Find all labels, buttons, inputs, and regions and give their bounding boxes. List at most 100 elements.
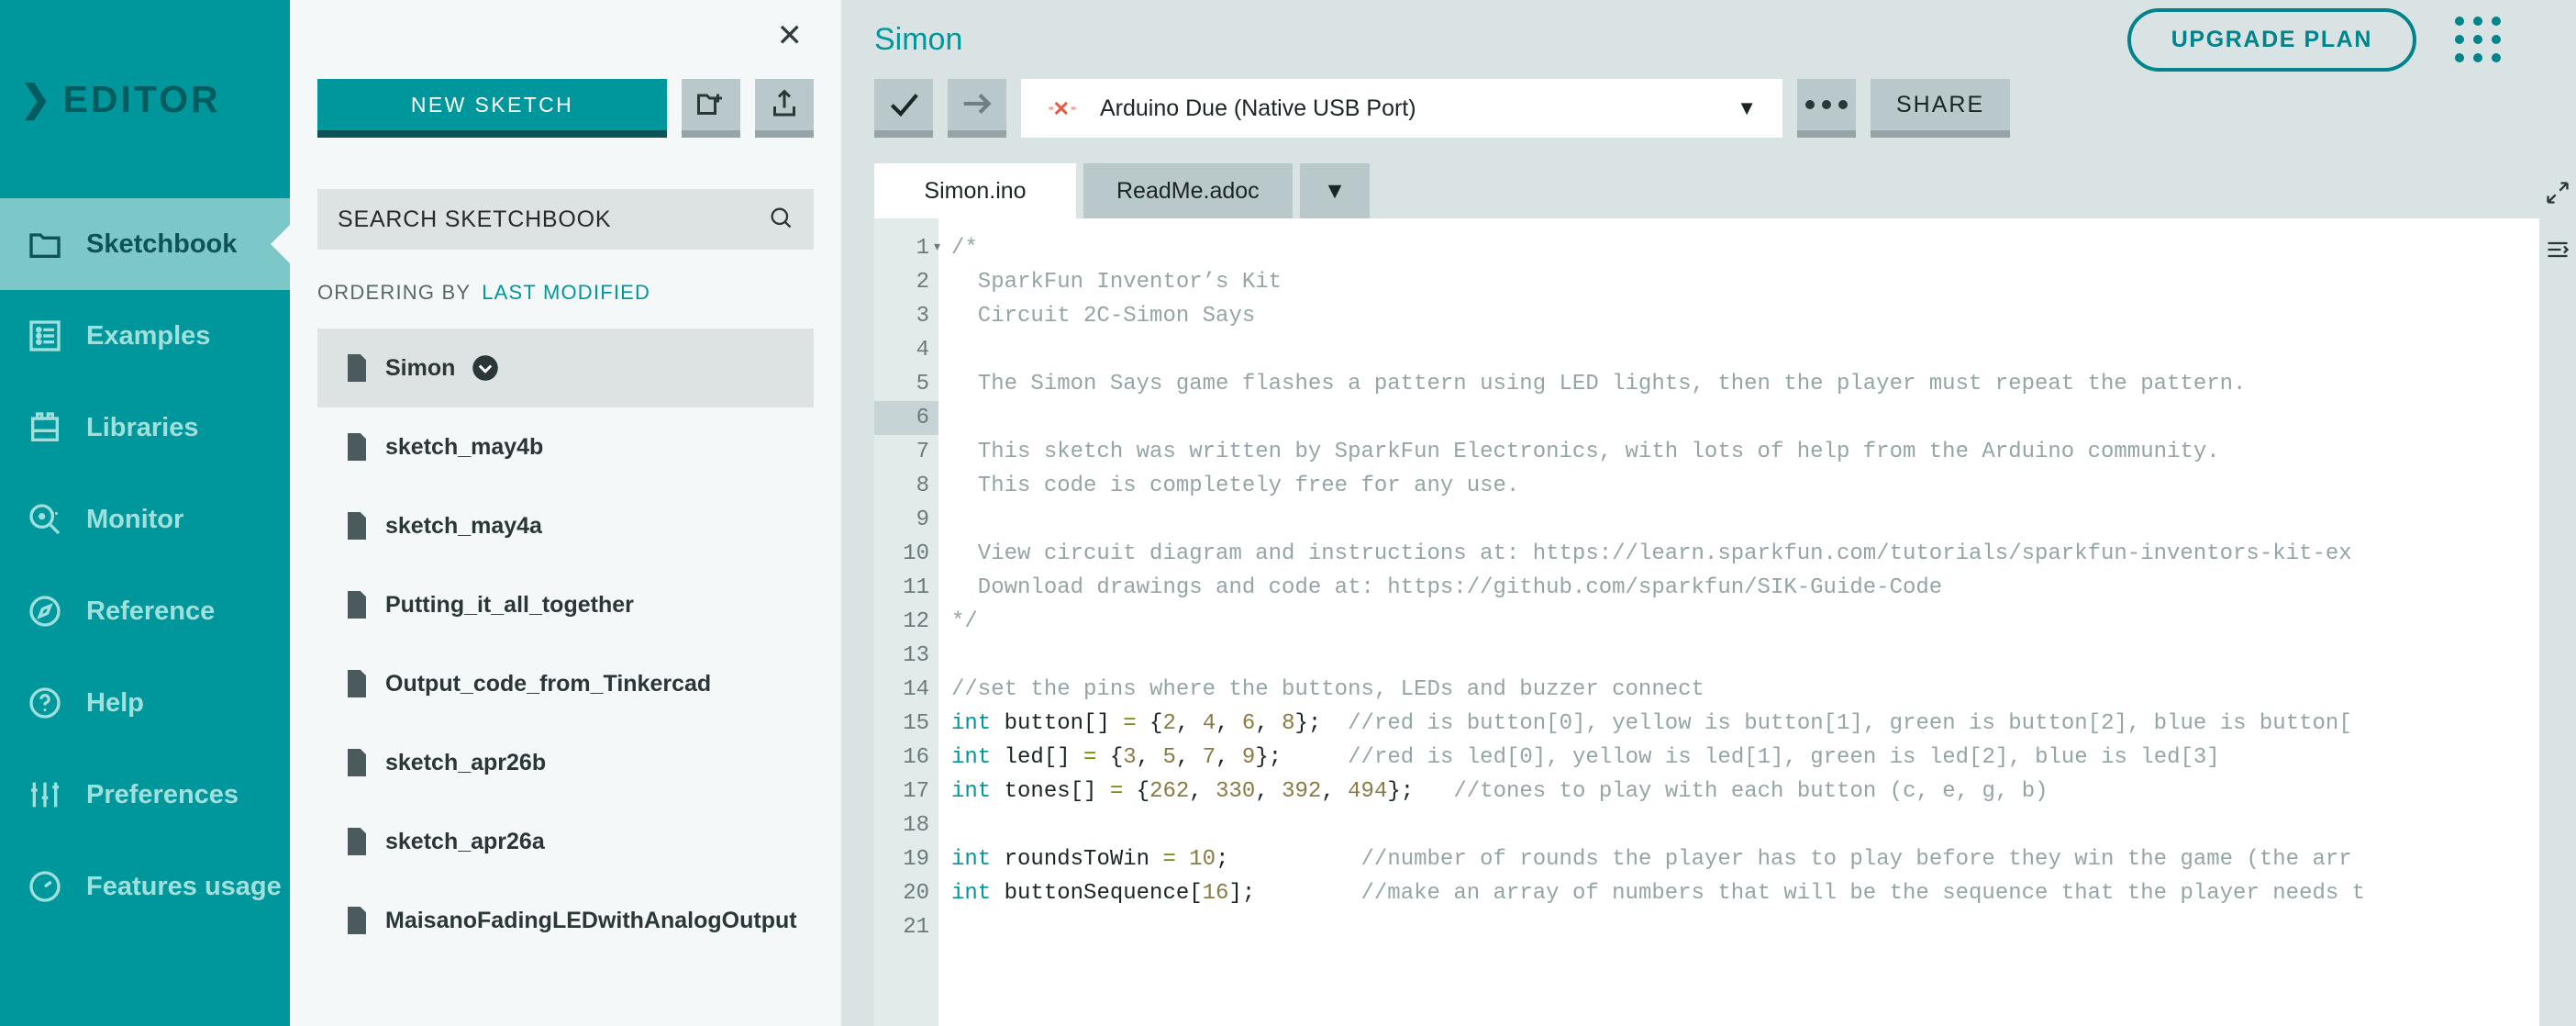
sidebar-item-help[interactable]: Help [0,657,290,749]
sketch-name: MaisanoFadingLEDwithAnalogOutput [385,907,797,933]
line-number: 6 [874,401,938,435]
apps-grid-icon[interactable] [2455,17,2501,62]
upgrade-plan-button[interactable]: UPGRADE PLAN [2126,7,2416,72]
sidebar-label: Preferences [86,779,239,809]
chevron-down-icon[interactable]: ▼ [1737,96,1757,120]
list-item[interactable]: MaisanoFadingLEDwithAnalogOutput [317,881,814,960]
code-token: { [1123,779,1150,804]
code-token: */ [951,609,978,634]
list-item[interactable]: Putting_it_all_together [317,565,814,644]
list-item[interactable]: sketch_may4a [317,486,814,565]
code-line: int led[] = {3, 5, 7, 9}; //red is led[0… [951,741,2576,775]
sidebar-item-reference[interactable]: Reference [0,565,290,657]
line-number: 18 [903,813,929,838]
code-token: SparkFun Inventor’s Kit [951,270,1282,295]
more-options-button[interactable] [1797,79,1856,138]
editor-toolbar: Arduino Due (Native USB Port) ▼ SHARE [841,79,2576,163]
code-token: //set the pins where the buttons, LEDs a… [951,677,1704,702]
code-line: //set the pins where the buttons, LEDs a… [951,673,2576,707]
list-item[interactable]: sketch_may4b [317,407,814,486]
page-title: Simon [874,21,963,57]
gauge-icon [24,865,66,908]
code-token: //make an array of numbers that will be … [1360,881,2366,906]
sidebar-item-examples[interactable]: Examples [0,290,290,382]
upload-sketch-button[interactable] [755,79,814,138]
expand-arrows-icon[interactable] [2545,180,2570,210]
code-token: , [1175,711,1203,736]
code-editor[interactable]: 1 ▾ 2 3 4 5 6 7 8 9 10 11 12 13 14 15 16 17 18 19 20 21 /* Sp… [874,218,2576,1026]
ordering-value[interactable]: LAST MODIFIED [482,281,650,305]
code-token: This sketch was written by SparkFun Elec… [951,440,2220,464]
close-icon[interactable]: ✕ [777,20,804,51]
sketch-name: Simon [385,354,456,381]
sidebar-label: Features usage [86,871,282,901]
code-token: int [951,745,992,770]
board-selector[interactable]: Arduino Due (Native USB Port) ▼ [1021,79,1782,138]
sidebar-item-monitor[interactable]: Monitor [0,474,290,565]
code-line: This code is completely free for any use… [951,469,2576,503]
code-token: { [1096,745,1124,770]
code-token: = [1123,711,1137,736]
line-number: 15 [903,711,929,736]
file-icon [345,828,369,855]
code-token: Circuit 2C-Simon Says [951,304,1256,329]
console-icon[interactable] [2545,237,2570,267]
search-sketchbook-row[interactable] [317,189,814,250]
code-token: 6 [1241,711,1256,736]
line-number: 20 [903,881,929,906]
sketch-name: Putting_it_all_together [385,591,634,618]
new-folder-icon [694,87,727,123]
code-token: ]; [1228,881,1361,906]
list-item[interactable]: Simon [317,329,814,407]
sidebar-item-sketchbook[interactable]: Sketchbook [0,198,290,290]
code-line: View circuit diagram and instructions at… [951,537,2576,571]
verify-button[interactable] [874,79,933,138]
code-token: 392 [1282,779,1322,804]
chevron-down-circle-icon[interactable] [472,354,499,382]
search-input[interactable] [338,206,768,233]
code-token: 262 [1149,779,1190,804]
sidebar-label: Examples [86,320,211,351]
tab-simon-ino[interactable]: Simon.ino [874,163,1076,218]
board-disconnected-icon [1047,95,1078,122]
code-token: , [1255,711,1282,736]
editor-right-rail [2539,0,2576,1026]
code-token: int [951,711,992,736]
code-token: 3 [1123,745,1137,770]
share-button[interactable]: SHARE [1871,79,2011,138]
question-circle-icon [24,682,66,724]
tab-readme-adoc[interactable]: ReadMe.adoc [1083,163,1293,218]
sidebar-item-features-usage[interactable]: Features usage [0,841,290,932]
sidebar-item-preferences[interactable]: Preferences [0,749,290,841]
code-line: int button[] = {2, 4, 6, 8}; //red is bu… [951,707,2576,741]
code-token: int [951,779,992,804]
sketch-name: sketch_apr26a [385,828,545,854]
ordering-row: ORDERING BY LAST MODIFIED [317,281,814,305]
left-sidebar: ❯ EDITOR Sketchbook Examples Libraries M… [0,0,290,1026]
upload-button[interactable] [948,79,1006,138]
list-item[interactable]: sketch_apr26a [317,802,814,881]
line-number: 4 [916,338,929,362]
new-folder-button[interactable] [682,79,740,138]
sketch-name: sketch_may4a [385,512,542,539]
list-item[interactable]: sketch_apr26b [317,723,814,802]
list-item[interactable]: Output_code_from_Tinkercad [317,644,814,723]
line-number: 17 [903,779,929,804]
code-token: //red is button[0], yellow is button[1],… [1348,711,2352,736]
code-token: 330 [1216,779,1256,804]
chevron-down-icon: ▼ [1323,177,1347,204]
code-content[interactable]: /* SparkFun Inventor’s Kit Circuit 2C-Si… [938,218,2576,1026]
panel-action-row: NEW SKETCH [290,0,841,138]
code-token: = [1109,779,1124,804]
sidebar-label: Monitor [86,504,184,534]
tabs-dropdown-button[interactable]: ▼ [1299,163,1371,218]
code-token: //number of rounds the player has to pla… [1360,847,2352,872]
sidebar-label: Reference [86,596,216,626]
new-sketch-button[interactable]: NEW SKETCH [317,79,667,138]
search-icon[interactable] [768,205,794,235]
sidebar-item-libraries[interactable]: Libraries [0,382,290,474]
fold-toggle-icon[interactable]: ▾ [932,231,942,265]
